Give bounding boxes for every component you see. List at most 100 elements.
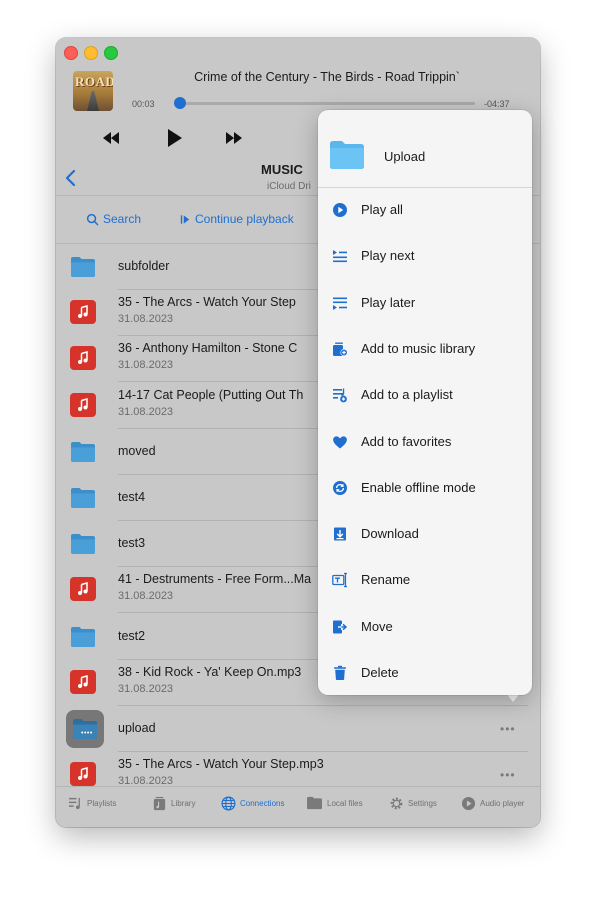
tab-local-files[interactable]: Local files (306, 796, 363, 810)
rename-icon (332, 572, 348, 588)
tab-library[interactable]: Library (152, 796, 195, 811)
folder-row[interactable]: •••• upload ••• (56, 706, 540, 752)
minimize-window-button[interactable] (84, 46, 98, 60)
folder-subtitle: iCloud Dri (267, 181, 311, 192)
search-button[interactable]: Search (86, 212, 141, 226)
folder-icon: •••• (66, 710, 104, 748)
tab-label: Settings (408, 799, 437, 808)
folder-icon (70, 254, 98, 280)
close-window-button[interactable] (64, 46, 78, 60)
item-date: 31.08.2023 (118, 313, 174, 326)
menu-item-label: Delete (361, 665, 399, 680)
offline-sync-icon (332, 480, 348, 496)
menu-item-add-to-music-library[interactable]: Add to music library (318, 329, 532, 369)
tab-bar: Playlists Library Connections Local files Se… (56, 786, 540, 827)
elapsed-time: 00:03 (132, 99, 155, 109)
play-circle-icon (332, 202, 348, 218)
chevron-left-icon (65, 169, 76, 187)
now-playing-title: Crime of the Century - The Birds - Road … (194, 70, 460, 84)
tab-audio-player[interactable]: Audio player (461, 796, 524, 811)
item-title: test2 (118, 628, 146, 643)
play-later-icon (332, 295, 348, 311)
playlists-icon (68, 796, 83, 811)
search-button-label: Search (103, 212, 142, 226)
item-date: 31.08.2023 (118, 775, 174, 786)
add-to-playlist-icon (332, 387, 348, 403)
menu-item-rename[interactable]: Rename (318, 560, 532, 600)
tab-label: Audio player (480, 799, 525, 808)
library-icon (152, 796, 167, 811)
menu-item-enable-offline-mode[interactable]: Enable offline mode (318, 468, 532, 508)
gear-icon (389, 796, 404, 811)
tab-connections[interactable]: Connections (221, 796, 284, 811)
tab-playlists[interactable]: Playlists (68, 796, 116, 811)
heart-icon (332, 434, 348, 450)
menu-item-delete[interactable]: Delete (318, 653, 532, 693)
item-title: test4 (118, 490, 146, 504)
item-title: 14-17 Cat People (Putting Out Th (118, 387, 304, 402)
play-button[interactable] (163, 127, 185, 149)
item-date: 31.08.2023 (118, 682, 174, 695)
menu-item-add-to-favorites[interactable]: Add to favorites (318, 422, 532, 462)
menu-item-label: Add to favorites (361, 433, 452, 449)
menu-item-label: Add to music library (361, 340, 476, 356)
menu-item-label: Download (361, 526, 419, 542)
menu-item-download[interactable]: Download (318, 514, 532, 554)
download-icon (332, 526, 348, 542)
folder-icon (70, 439, 98, 465)
item-date: 31.08.2023 (118, 359, 174, 372)
music-file-icon (70, 577, 98, 603)
item-title: moved (118, 443, 156, 458)
continue-playback-label: Continue playback (195, 212, 294, 226)
item-title: 41 - Destruments - Free Form...Ma (118, 572, 312, 587)
album-artwork: ROAD (73, 71, 113, 111)
fast-forward-icon (226, 132, 242, 144)
next-track-button[interactable] (224, 128, 244, 148)
folder-icon (70, 485, 98, 511)
item-title: test3 (118, 536, 146, 551)
playback-progress-slider[interactable] (173, 97, 475, 109)
menu-item-label: Add to a playlist (361, 387, 453, 403)
context-menu: Upload Play all Play next Play later Add to… (318, 110, 532, 695)
zoom-window-button[interactable] (104, 46, 118, 60)
folder-icon (70, 624, 98, 650)
item-title: 38 - Kid Rock - Ya' Keep On.mp3 (118, 664, 302, 679)
folder-title: MUSIC (261, 162, 303, 177)
item-title: 35 - The Arcs - Watch Your Step (118, 295, 296, 310)
music-file-icon (70, 762, 98, 786)
menu-item-label: Play later (361, 294, 416, 310)
progress-knob[interactable] (173, 97, 186, 109)
item-title: 35 - The Arcs - Watch Your Step.mp3 (118, 757, 324, 772)
item-title: upload (118, 721, 156, 735)
menu-item-label: Move (361, 618, 393, 634)
music-file-icon (70, 392, 98, 419)
folder-icon (330, 141, 364, 169)
play-circle-icon (461, 796, 476, 811)
previous-track-button[interactable] (101, 128, 121, 148)
menu-item-label: Play next (361, 248, 415, 264)
file-row[interactable]: 35 - The Arcs - Watch Your Step.mp3 31.08… (56, 752, 540, 786)
folder-icon (70, 531, 98, 557)
music-file-icon (70, 669, 98, 696)
more-options-icon[interactable]: ••• (500, 768, 516, 782)
continue-playback-button[interactable]: Continue playback (180, 212, 294, 226)
menu-item-play-later[interactable]: Play later (318, 283, 532, 323)
item-title: 36 - Anthony Hamilton - Stone C (118, 341, 298, 356)
tab-settings[interactable]: Settings (389, 796, 437, 811)
menu-item-add-to-a-playlist[interactable]: Add to a playlist (318, 375, 532, 415)
folder-icon (306, 796, 323, 810)
rewind-icon (103, 132, 119, 144)
menu-item-move[interactable]: Move (318, 607, 532, 647)
globe-icon (221, 796, 236, 811)
more-options-icon[interactable]: ••• (500, 722, 516, 736)
tab-label: Local files (327, 798, 363, 808)
tab-label: Playlists (87, 799, 117, 808)
back-button[interactable] (64, 168, 78, 188)
continue-play-icon (180, 214, 190, 224)
tab-label: Library (171, 799, 196, 808)
context-menu-title: Upload (384, 149, 426, 164)
menu-item-play-next[interactable]: Play next (318, 236, 532, 276)
artwork-text: ROAD (75, 74, 113, 89)
menu-item-play-all[interactable]: Play all (318, 190, 532, 230)
menu-item-label: Enable offline mode (361, 479, 476, 495)
